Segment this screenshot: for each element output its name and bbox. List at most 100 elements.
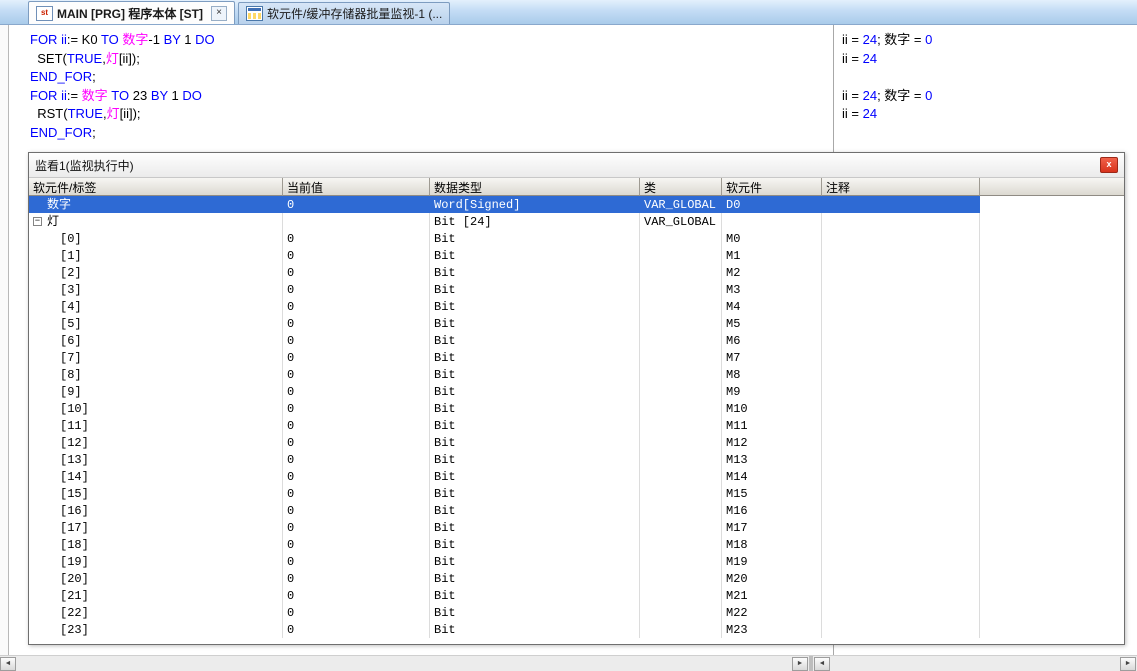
- class-cell[interactable]: [640, 502, 722, 519]
- device-cell[interactable]: M15: [722, 485, 822, 502]
- watch-row-灯[interactable]: −灯Bit [24]VAR_GLOBAL: [29, 213, 1124, 230]
- current-value-cell[interactable]: 0: [283, 553, 430, 570]
- column-header-4[interactable]: 类: [640, 178, 722, 196]
- data-type-cell[interactable]: Word[Signed]: [430, 196, 640, 213]
- device-cell[interactable]: M0: [722, 230, 822, 247]
- current-value-cell[interactable]: 0: [283, 587, 430, 604]
- comment-cell[interactable]: [822, 536, 980, 553]
- current-value-cell[interactable]: 0: [283, 536, 430, 553]
- comment-cell[interactable]: [822, 570, 980, 587]
- collapse-icon[interactable]: −: [33, 217, 42, 226]
- device-label-cell[interactable]: [7]: [29, 349, 283, 366]
- device-label-cell[interactable]: [2]: [29, 264, 283, 281]
- class-cell[interactable]: [640, 570, 722, 587]
- watch-row-[20][interactable]: [20]0BitM20: [29, 570, 1124, 587]
- device-label-cell[interactable]: [18]: [29, 536, 283, 553]
- data-type-cell[interactable]: Bit: [430, 485, 640, 502]
- class-cell[interactable]: [640, 434, 722, 451]
- class-cell[interactable]: [640, 604, 722, 621]
- data-type-cell[interactable]: Bit: [430, 349, 640, 366]
- device-cell[interactable]: M7: [722, 349, 822, 366]
- tab-close-icon[interactable]: ×: [211, 6, 227, 21]
- data-type-cell[interactable]: Bit: [430, 587, 640, 604]
- class-cell[interactable]: [640, 230, 722, 247]
- device-cell[interactable]: D0: [722, 196, 822, 213]
- class-cell[interactable]: [640, 281, 722, 298]
- device-cell[interactable]: M23: [722, 621, 822, 638]
- data-type-cell[interactable]: Bit: [430, 434, 640, 451]
- comment-cell[interactable]: [822, 332, 980, 349]
- current-value-cell[interactable]: [283, 213, 430, 230]
- column-header-6[interactable]: 注释: [822, 178, 980, 196]
- current-value-cell[interactable]: 0: [283, 485, 430, 502]
- class-cell[interactable]: [640, 536, 722, 553]
- current-value-cell[interactable]: 0: [283, 230, 430, 247]
- current-value-cell[interactable]: 0: [283, 332, 430, 349]
- device-label-cell[interactable]: [9]: [29, 383, 283, 400]
- data-type-cell[interactable]: Bit: [430, 553, 640, 570]
- device-cell[interactable]: M6: [722, 332, 822, 349]
- current-value-cell[interactable]: 0: [283, 570, 430, 587]
- column-header-3[interactable]: 数据类型: [430, 178, 640, 196]
- device-cell[interactable]: M2: [722, 264, 822, 281]
- watch-row-[6][interactable]: [6]0BitM6: [29, 332, 1124, 349]
- class-cell[interactable]: [640, 621, 722, 638]
- comment-cell[interactable]: [822, 587, 980, 604]
- device-label-cell[interactable]: [19]: [29, 553, 283, 570]
- comment-cell[interactable]: [822, 604, 980, 621]
- comment-cell[interactable]: [822, 213, 980, 230]
- comment-cell[interactable]: [822, 264, 980, 281]
- bottom-scrollbar[interactable]: ◄ ► ◄ ►: [0, 655, 1137, 671]
- current-value-cell[interactable]: 0: [283, 247, 430, 264]
- watch-row-[11][interactable]: [11]0BitM11: [29, 417, 1124, 434]
- device-cell[interactable]: M18: [722, 536, 822, 553]
- current-value-cell[interactable]: 0: [283, 264, 430, 281]
- watch-row-[4][interactable]: [4]0BitM4: [29, 298, 1124, 315]
- class-cell[interactable]: [640, 349, 722, 366]
- data-type-cell[interactable]: Bit: [430, 247, 640, 264]
- data-type-cell[interactable]: Bit: [430, 315, 640, 332]
- comment-cell[interactable]: [822, 485, 980, 502]
- device-label-cell[interactable]: [1]: [29, 247, 283, 264]
- class-cell[interactable]: VAR_GLOBAL: [640, 213, 722, 230]
- data-type-cell[interactable]: Bit [24]: [430, 213, 640, 230]
- monitor-scroll-right-button[interactable]: ►: [1120, 657, 1136, 671]
- class-cell[interactable]: [640, 451, 722, 468]
- class-cell[interactable]: [640, 264, 722, 281]
- comment-cell[interactable]: [822, 400, 980, 417]
- device-cell[interactable]: M9: [722, 383, 822, 400]
- device-label-cell[interactable]: [0]: [29, 230, 283, 247]
- watch-row-[23][interactable]: [23]0BitM23: [29, 621, 1124, 638]
- watch-row-[3][interactable]: [3]0BitM3: [29, 281, 1124, 298]
- column-header-5[interactable]: 软元件: [722, 178, 822, 196]
- watch-row-数字[interactable]: 数字0Word[Signed]VAR_GLOBALD0: [29, 196, 1124, 213]
- data-type-cell[interactable]: Bit: [430, 621, 640, 638]
- device-label-cell[interactable]: [3]: [29, 281, 283, 298]
- device-cell[interactable]: M21: [722, 587, 822, 604]
- device-label-cell[interactable]: [8]: [29, 366, 283, 383]
- scroll-left-button[interactable]: ◄: [0, 657, 16, 671]
- watch-close-button[interactable]: x: [1100, 157, 1118, 173]
- comment-cell[interactable]: [822, 230, 980, 247]
- scroll-right-button[interactable]: ►: [792, 657, 808, 671]
- data-type-cell[interactable]: Bit: [430, 519, 640, 536]
- watch-row-[18][interactable]: [18]0BitM18: [29, 536, 1124, 553]
- class-cell[interactable]: [640, 587, 722, 604]
- class-cell[interactable]: [640, 298, 722, 315]
- data-type-cell[interactable]: Bit: [430, 230, 640, 247]
- comment-cell[interactable]: [822, 281, 980, 298]
- current-value-cell[interactable]: 0: [283, 383, 430, 400]
- watch-row-[14][interactable]: [14]0BitM14: [29, 468, 1124, 485]
- comment-cell[interactable]: [822, 519, 980, 536]
- device-label-cell[interactable]: [16]: [29, 502, 283, 519]
- class-cell[interactable]: [640, 400, 722, 417]
- comment-cell[interactable]: [822, 349, 980, 366]
- watch-row-[12][interactable]: [12]0BitM12: [29, 434, 1124, 451]
- comment-cell[interactable]: [822, 417, 980, 434]
- device-cell[interactable]: M14: [722, 468, 822, 485]
- device-cell[interactable]: M8: [722, 366, 822, 383]
- data-type-cell[interactable]: Bit: [430, 383, 640, 400]
- device-cell[interactable]: M20: [722, 570, 822, 587]
- device-label-cell[interactable]: [14]: [29, 468, 283, 485]
- device-label-cell[interactable]: [22]: [29, 604, 283, 621]
